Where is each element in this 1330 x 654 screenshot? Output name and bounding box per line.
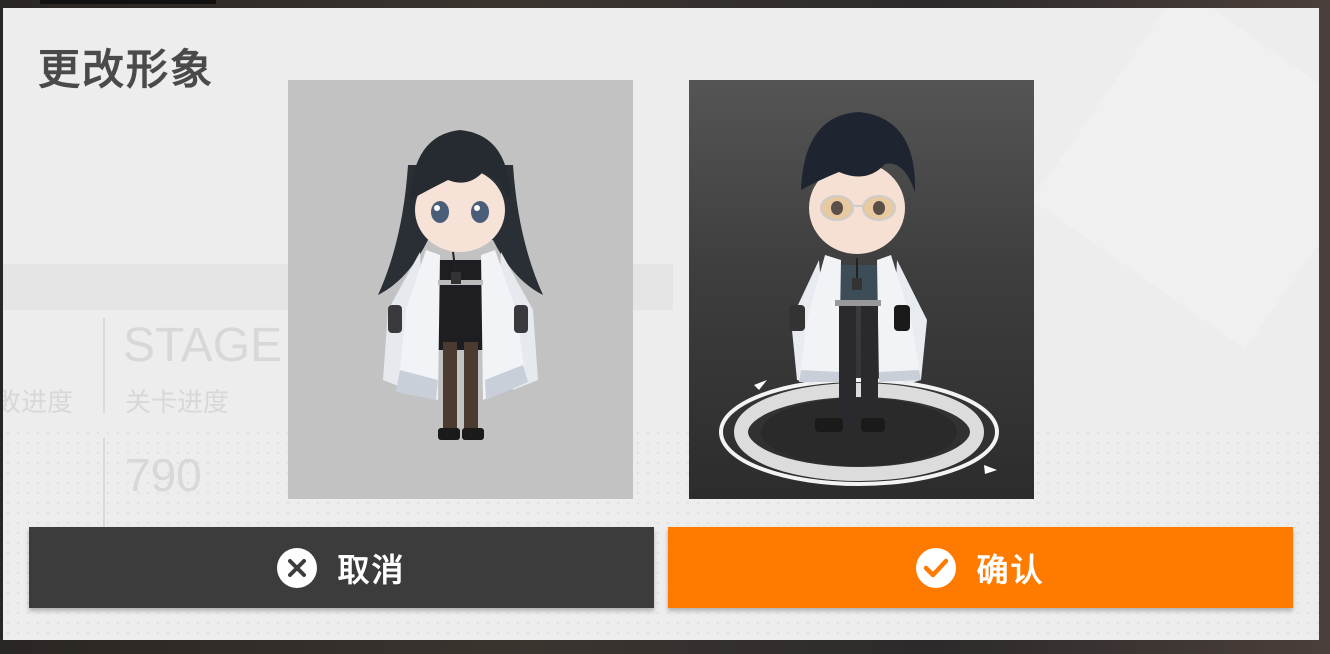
background-left-label: 敗进度 (3, 387, 74, 417)
close-circle-icon (277, 547, 318, 588)
male-avatar-icon (719, 112, 999, 486)
avatar-option-male[interactable] (689, 80, 1034, 499)
cancel-button-label: 取消 (337, 550, 406, 589)
change-avatar-dialog: STAGE 6 关卡进度 敗进度 790 更改形象 (3, 8, 1319, 640)
dialog-title: 更改形象 (38, 45, 215, 94)
confirm-button[interactable]: 确认 (668, 527, 1293, 608)
check-circle-icon (916, 547, 957, 588)
confirm-button-label: 确认 (976, 550, 1045, 589)
background-tab (40, 0, 216, 4)
female-avatar-icon (378, 130, 543, 440)
cancel-button[interactable]: 取消 (29, 527, 654, 608)
background-stage-label: 关卡进度 (125, 387, 230, 417)
background-divider (103, 318, 105, 413)
background-shard (1031, 8, 1319, 350)
avatar-option-female[interactable] (288, 80, 633, 499)
